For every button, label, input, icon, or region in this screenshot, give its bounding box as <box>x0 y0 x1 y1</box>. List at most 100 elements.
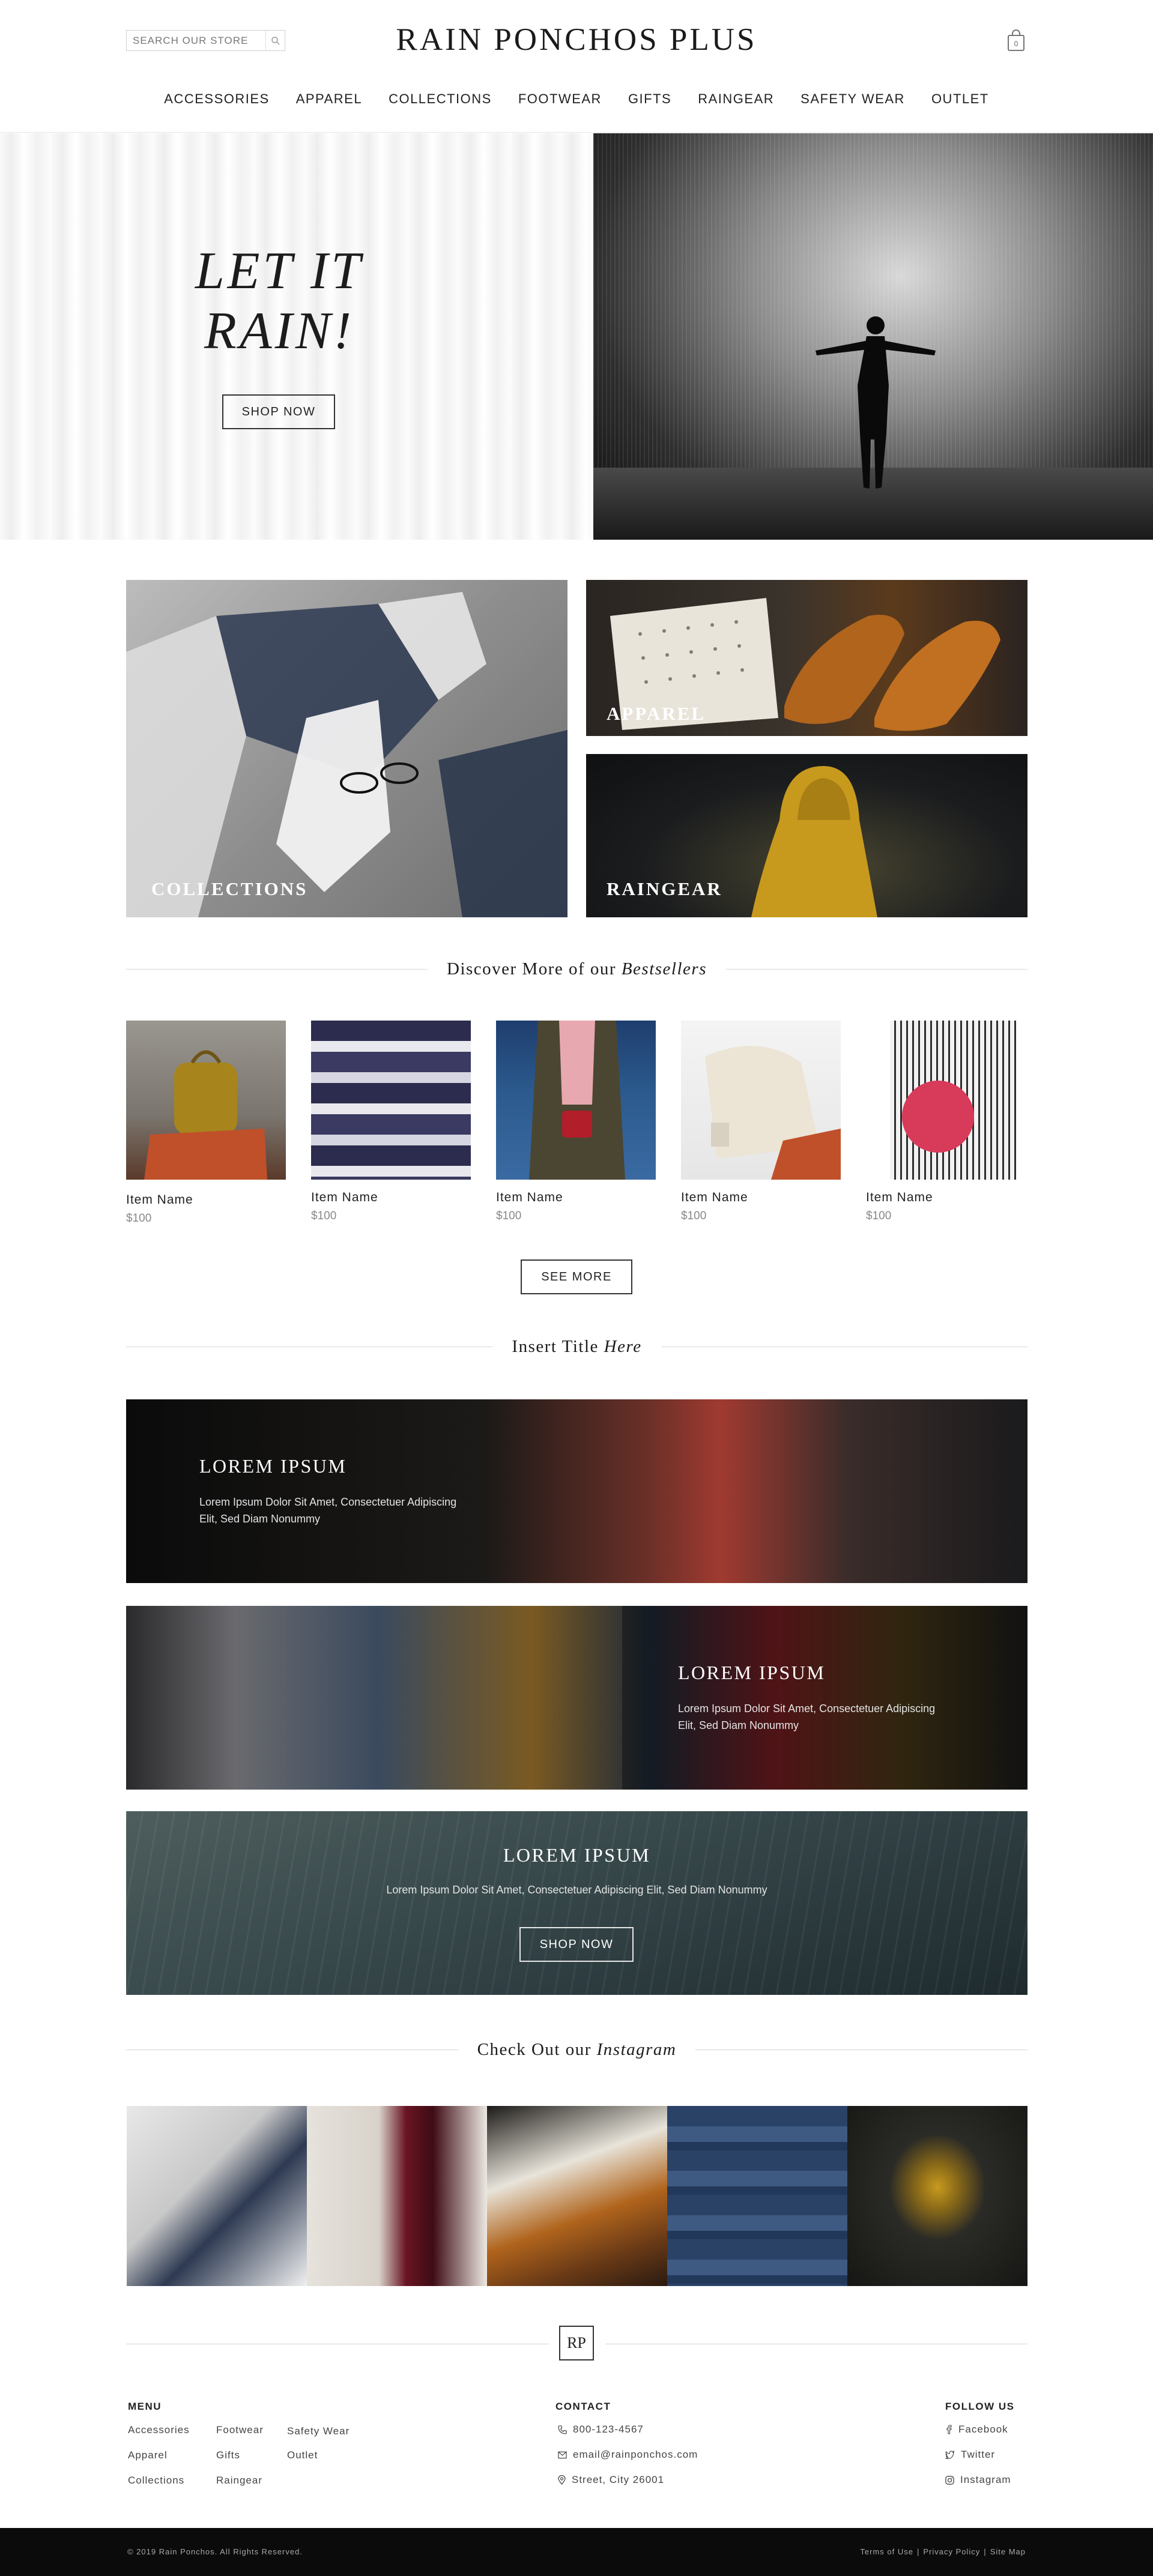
footer-link-apparel[interactable]: Apparel <box>128 2449 168 2461</box>
nav-footwear[interactable]: FOOTWEAR <box>505 91 615 107</box>
facebook-icon <box>946 2425 952 2434</box>
footer-phone-text: 800-123-4567 <box>573 2424 644 2435</box>
banner-shop-now-button[interactable]: SHOP NOW <box>519 1927 634 1962</box>
mail-icon <box>558 2451 567 2458</box>
hero-curtain-panel: LET IT RAIN! SHOP NOW <box>0 133 592 540</box>
tote-bag-image <box>705 1046 841 1180</box>
footer-link-safety-wear[interactable]: Safety Wear <box>287 2425 350 2437</box>
category-raingear-label: RAINGEAR <box>607 878 722 899</box>
category-collections[interactable]: COLLECTIONS <box>126 580 567 917</box>
banner-shade <box>622 1606 1027 1790</box>
phone-icon <box>558 2425 567 2434</box>
site-logo[interactable]: RAIN PONCHOS PLUS <box>0 22 1153 58</box>
privacy-policy-link[interactable]: Privacy Policy <box>923 2547 980 2556</box>
nav-apparel[interactable]: APPAREL <box>283 91 375 107</box>
hero-title-line2: RAIN! <box>204 302 354 360</box>
banner-text: Lorem Ipsum Dolor Sit Amet, Consectetuer… <box>199 1494 456 1527</box>
nav-safety-wear[interactable]: SAFETY WEAR <box>787 91 918 107</box>
footer-instagram-text: Instagram <box>960 2474 1011 2485</box>
rain-glass-texture <box>126 1811 1027 1995</box>
banner-text-line: Elit, Sed Diam Nonummy <box>678 1719 799 1731</box>
footer-facebook[interactable]: Facebook <box>945 2424 1008 2436</box>
footer-twitter[interactable]: Twitter <box>945 2449 995 2461</box>
feature-banner-1[interactable]: LOREM IPSUM Lorem Ipsum Dolor Sit Amet, … <box>126 1399 1027 1583</box>
nav-raingear[interactable]: RAINGEAR <box>685 91 787 107</box>
footer-link-raingear[interactable]: Raingear <box>216 2475 262 2487</box>
hero-title-line1: LET IT <box>195 242 364 300</box>
product-price: $100 <box>866 1210 892 1222</box>
product-card[interactable]: Item Name $100 <box>126 1021 286 1225</box>
hero-shop-now-button[interactable]: SHOP NOW <box>222 394 335 429</box>
nav-collections[interactable]: COLLECTIONS <box>375 91 505 107</box>
instagram-post-5[interactable] <box>847 2106 1027 2286</box>
product-name: Item Name <box>496 1190 563 1204</box>
product-image-sweater <box>311 1021 471 1180</box>
product-price: $100 <box>311 1210 337 1222</box>
instagram-title: Check Out our Instagram <box>458 2040 696 2060</box>
product-image-backpack <box>126 1021 286 1180</box>
feature-banner-3: LOREM IPSUM Lorem Ipsum Dolor Sit Amet, … <box>126 1811 1027 1995</box>
instagram-title-italic: Instagram <box>596 2039 677 2059</box>
feature-heading: Insert Title Here <box>126 1335 1027 1359</box>
see-more-button[interactable]: SEE MORE <box>521 1259 632 1294</box>
banner-title: LOREM IPSUM <box>199 1455 347 1477</box>
feature-title-plain: Insert Title <box>512 1336 599 1356</box>
hero-title: LET IT RAIN! <box>180 241 378 361</box>
instagram-post-4[interactable] <box>667 2106 847 2286</box>
product-price: $100 <box>126 1212 152 1225</box>
instagram-post-3[interactable] <box>487 2106 667 2286</box>
product-card[interactable]: Item Name $100 <box>496 1021 656 1223</box>
product-image-purse <box>866 1021 1026 1180</box>
nav-accessories[interactable]: ACCESSORIES <box>151 91 282 107</box>
category-raingear[interactable]: RAINGEAR <box>586 754 1027 917</box>
banner-text-line: Lorem Ipsum Dolor Sit Amet, Consectetuer… <box>678 1703 936 1715</box>
footer-email[interactable]: email@rainponchos.com <box>558 2449 698 2461</box>
footer-phone[interactable]: 800-123-4567 <box>558 2424 644 2436</box>
footer-link-accessories[interactable]: Accessories <box>128 2424 190 2436</box>
site-header: RAIN PONCHOS PLUS 0 ACCESSORIES APPAREL … <box>0 0 1153 133</box>
instagram-post-1[interactable] <box>127 2106 307 2286</box>
divider-line <box>126 968 428 970</box>
person-silhouette-image <box>816 316 936 489</box>
footer-instagram[interactable]: Instagram <box>945 2474 1011 2486</box>
main-nav: ACCESSORIES APPAREL COLLECTIONS FOOTWEAR… <box>0 91 1153 107</box>
category-apparel-label: APPAREL <box>607 703 706 724</box>
copyright-text: © 2019 Rain Ponchos. All Rights Reserved… <box>127 2547 303 2556</box>
bestsellers-title: Discover More of our Bestsellers <box>428 959 726 979</box>
site-map-link[interactable]: Site Map <box>990 2547 1026 2556</box>
banner-text: Lorem Ipsum Dolor Sit Amet, Consectetuer… <box>386 1884 767 1896</box>
banner-title: LOREM IPSUM <box>678 1662 826 1683</box>
cart-button[interactable]: 0 <box>1006 29 1026 52</box>
bestsellers-title-plain: Discover More of our <box>447 959 617 979</box>
footer-link-outlet[interactable]: Outlet <box>287 2449 318 2461</box>
product-card[interactable]: Item Name $100 <box>866 1021 1026 1223</box>
product-name: Item Name <box>866 1190 933 1204</box>
feature-banner-2[interactable]: LOREM IPSUM Lorem Ipsum Dolor Sit Amet, … <box>126 1606 1027 1790</box>
bestsellers-title-italic: Bestsellers <box>621 959 707 979</box>
feature-title: Insert Title Here <box>492 1337 661 1357</box>
footer-logo-badge[interactable]: RP <box>559 2326 594 2360</box>
category-collections-label: COLLECTIONS <box>151 878 308 899</box>
hero-rain-image <box>593 133 1153 540</box>
footer-link-gifts[interactable]: Gifts <box>216 2449 240 2461</box>
footer-facebook-text: Facebook <box>958 2424 1008 2435</box>
category-apparel[interactable]: APPAREL <box>586 580 1027 736</box>
product-card[interactable]: Item Name $100 <box>311 1021 471 1223</box>
feature-title-italic: Here <box>604 1336 642 1356</box>
footer-address: Street, City 26001 <box>558 2474 664 2486</box>
instagram-post-2[interactable] <box>307 2106 487 2286</box>
nav-outlet[interactable]: OUTLET <box>918 91 1002 107</box>
instagram-icon <box>945 2475 954 2485</box>
footer-link-footwear[interactable]: Footwear <box>216 2424 264 2436</box>
footer-twitter-text: Twitter <box>961 2449 996 2460</box>
terms-of-use-link[interactable]: Terms of Use <box>860 2547 913 2556</box>
nav-gifts[interactable]: GIFTS <box>615 91 685 107</box>
jacket-image <box>529 1021 625 1180</box>
banner-title: LOREM IPSUM <box>503 1844 651 1866</box>
product-name: Item Name <box>126 1193 193 1207</box>
product-name: Item Name <box>681 1190 748 1204</box>
product-card[interactable]: Item Name $100 <box>681 1021 841 1223</box>
footer-link-collections[interactable]: Collections <box>128 2475 184 2487</box>
instagram-heading: Check Out our Instagram <box>126 2038 1028 2062</box>
twitter-icon <box>945 2451 955 2459</box>
